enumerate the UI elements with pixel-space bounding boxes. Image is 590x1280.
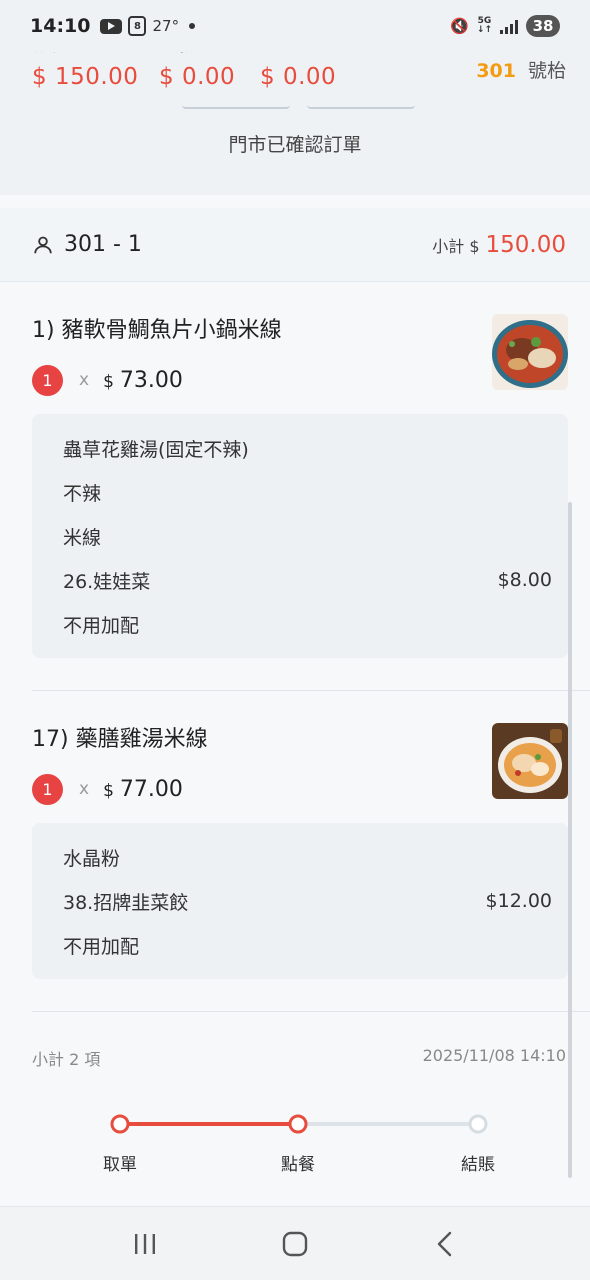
option-row: 蟲草花雞湯(固定不辣) xyxy=(63,426,552,470)
progress-track xyxy=(110,1114,488,1134)
action-button-left[interactable] xyxy=(182,104,290,109)
item-name: 1) 豬軟骨鯛魚片小鍋米線 xyxy=(32,318,282,343)
app-lock-icon: 8 xyxy=(128,16,147,36)
option-row: 米線 xyxy=(63,514,552,558)
option-label: 米線 xyxy=(63,526,102,549)
action-button-right[interactable] xyxy=(307,104,415,109)
quantity-row: 1 x $ 77.00 xyxy=(32,773,568,805)
back-icon xyxy=(437,1231,452,1256)
status-temperature: 27° xyxy=(152,17,180,35)
step-label-checkout: 結賬 xyxy=(461,1155,495,1175)
currency-symbol: $ xyxy=(103,780,114,801)
progress-step-dot xyxy=(468,1114,488,1134)
quantity-badge: 1 xyxy=(32,773,63,805)
progress-step-dot xyxy=(288,1114,308,1134)
option-row: 38.招牌韭菜餃 $12.00 xyxy=(63,879,552,923)
option-label: 水晶粉 xyxy=(63,847,121,870)
scrollbar[interactable] xyxy=(568,502,572,1178)
subtotal-label: 小計 $ xyxy=(432,236,480,256)
signal-icon xyxy=(500,19,518,34)
system-nav-bar xyxy=(0,1206,590,1280)
order-footer: 小計 2 項 2025/11/08 14:10 xyxy=(0,1046,590,1070)
item-options: 蟲草花雞湯(固定不辣) 不辣 米線 26.娃娃菜 $8.00 不用加配 xyxy=(32,414,568,658)
item-price: $ 77.00 xyxy=(103,777,183,802)
network-label: 5G xyxy=(477,16,492,26)
order-confirmed-status: 門市已確認訂單 xyxy=(228,134,362,156)
network-5g-icon: 5G ↓↑ xyxy=(476,16,492,35)
youtube-icon xyxy=(100,18,123,34)
order-item[interactable]: 17) 藥膳雞湯米線 1 x $ 77.00 水晶粉 38.招牌韭菜餃 $12.0… xyxy=(0,691,590,979)
battery-icon: 38 xyxy=(526,15,560,37)
home-icon xyxy=(282,1231,308,1256)
recent-apps-button[interactable] xyxy=(115,1219,175,1269)
option-row: 26.娃娃菜 $8.00 xyxy=(63,558,552,602)
service-fee-value: $ 0.00 xyxy=(159,64,236,90)
item-options: 水晶粉 38.招牌韭菜餃 $12.00 不用加配 xyxy=(32,823,568,979)
guest-header: 301 - 1 小計 $ 150.00 xyxy=(0,208,590,282)
subtotal-value: 150.00 xyxy=(485,231,566,258)
status-bar: 14:10 8 27° 🔇 5G ↓↑ 38 xyxy=(0,0,590,52)
notification-dot-icon xyxy=(189,23,196,29)
option-row: 不用加配 xyxy=(63,602,552,646)
option-label: 38.招牌韭菜餃 xyxy=(63,891,189,914)
guest-subtotal: 小計 $ 150.00 xyxy=(432,232,566,258)
order-progress: 取單 點餐 結賬 xyxy=(0,1108,590,1204)
table-number-label: 號枱 xyxy=(527,60,566,82)
option-price: $8.00 xyxy=(497,569,552,591)
dish-photo xyxy=(492,723,568,799)
order-datetime: 2025/11/08 14:10 xyxy=(422,1046,566,1065)
table-number-value: 301 xyxy=(476,60,516,82)
option-label: 不辣 xyxy=(63,482,102,505)
option-label: 26.娃娃菜 xyxy=(63,570,151,593)
dish-photo xyxy=(492,314,568,390)
order-detail-list[interactable]: 301 - 1 小計 $ 150.00 1) 豬軟骨鯛魚片小鍋米線 1 x $ … xyxy=(0,208,590,1204)
option-row: 水晶粉 xyxy=(63,835,552,879)
progress-step-dot xyxy=(110,1114,130,1134)
item-name: 17) 藥膳雞湯米線 xyxy=(32,727,208,752)
quantity-row: 1 x $ 73.00 xyxy=(32,364,568,396)
item-price: $ 73.00 xyxy=(103,368,183,393)
option-label: 不用加配 xyxy=(63,614,140,637)
option-label: 不用加配 xyxy=(63,935,140,958)
discount-value: $ 0.00 xyxy=(260,64,337,90)
back-button[interactable] xyxy=(415,1219,475,1269)
total-value: $ 150.00 xyxy=(32,64,139,90)
step-label-ordering: 點餐 xyxy=(281,1155,315,1175)
quantity-badge: 1 xyxy=(32,364,63,396)
guest-name: 301 - 1 xyxy=(64,232,142,257)
recent-apps-icon xyxy=(135,1233,155,1254)
multiply-sign: x xyxy=(79,779,90,799)
price-value: 73.00 xyxy=(119,367,183,393)
mute-icon: 🔇 xyxy=(450,17,469,35)
status-time: 14:10 xyxy=(30,15,91,37)
option-row: 不用加配 xyxy=(63,923,552,967)
step-label-pickup: 取單 xyxy=(103,1155,137,1175)
price-value: 77.00 xyxy=(119,776,183,802)
person-icon xyxy=(34,236,52,253)
table-number: 301 號枱 xyxy=(476,56,566,83)
option-label: 蟲草花雞湯(固定不辣) xyxy=(63,438,249,461)
currency-symbol: $ xyxy=(103,371,114,392)
item-count: 小計 2 項 xyxy=(32,1050,101,1069)
option-row: 不辣 xyxy=(63,470,552,514)
home-button[interactable] xyxy=(265,1219,325,1269)
option-price: $12.00 xyxy=(485,890,552,912)
item-divider xyxy=(32,1011,590,1012)
order-item[interactable]: 1) 豬軟骨鯛魚片小鍋米線 1 x $ 73.00 蟲草花雞湯(固定不辣) 不辣… xyxy=(0,282,590,658)
order-summary: 合計 $ 150.00 服務費 $ 0.00 折扣 $ 0.00 301 號枱 … xyxy=(0,40,590,195)
multiply-sign: x xyxy=(79,370,90,390)
